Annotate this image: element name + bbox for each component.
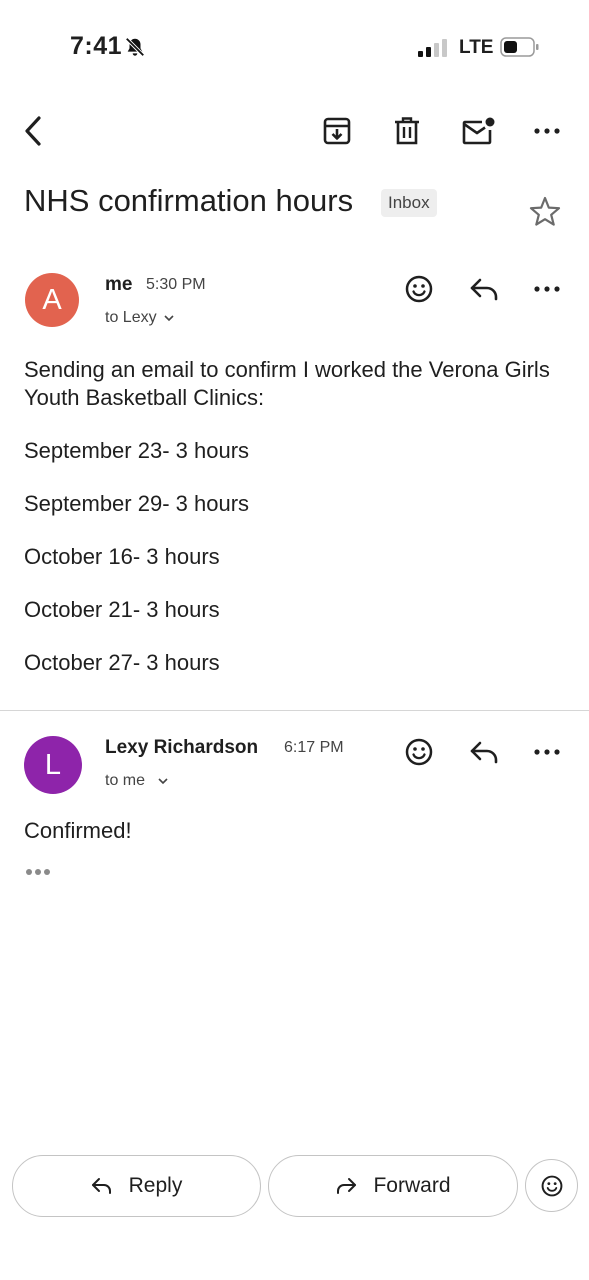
message-time: 6:17 PM <box>284 739 344 756</box>
recipient-label: to Lexy <box>105 309 157 326</box>
message-body-line: Confirmed! <box>24 818 132 843</box>
back-arrow-icon[interactable] <box>12 109 56 153</box>
chevron-down-icon <box>164 315 174 322</box>
chevron-down-icon <box>158 778 168 785</box>
bell-muted-icon <box>124 36 146 58</box>
reply-icon[interactable] <box>462 730 506 774</box>
message-body-line: September 23- 3 hours <box>24 438 250 463</box>
avatar[interactable]: L <box>24 736 82 794</box>
sender-name: Lexy Richardson <box>105 737 259 758</box>
react-emoji-button[interactable] <box>525 1159 578 1212</box>
show-trimmed-content-icon[interactable] <box>25 868 51 876</box>
forward-button[interactable]: Forward <box>268 1155 518 1217</box>
emoji-icon[interactable] <box>397 730 441 774</box>
signal-icon <box>418 38 450 58</box>
message-body-line: October 16- 3 hours <box>24 544 220 569</box>
avatar[interactable]: A <box>25 273 79 327</box>
reply-button[interactable]: Reply <box>12 1155 261 1217</box>
message-body-line: Sending an email to confirm I worked the… <box>24 357 550 410</box>
star-icon[interactable] <box>523 189 567 233</box>
emoji-icon[interactable] <box>397 267 441 311</box>
more-icon[interactable] <box>525 730 569 774</box>
sender-name: me <box>105 274 133 295</box>
message-body-line: October 21- 3 hours <box>24 597 220 622</box>
recipient-toggle[interactable]: to Lexy <box>105 309 175 327</box>
email-subject: NHS confirmation hours <box>24 183 354 218</box>
message-body-line: September 29- 3 hours <box>24 491 250 516</box>
battery-icon <box>500 37 540 57</box>
message-divider <box>0 710 589 711</box>
avatar-letter: A <box>42 283 62 316</box>
more-icon[interactable] <box>525 109 569 153</box>
network-type: LTE <box>459 37 494 58</box>
emoji-icon <box>541 1175 562 1196</box>
inbox-label-badge[interactable]: Inbox <box>381 189 437 217</box>
message-body-line: October 27- 3 hours <box>24 650 220 675</box>
reply-icon[interactable] <box>462 267 506 311</box>
more-icon[interactable] <box>525 267 569 311</box>
recipient-label: to me <box>105 772 146 789</box>
reply-label: Reply <box>128 1174 183 1197</box>
mark-unread-icon[interactable] <box>456 109 500 153</box>
forward-icon <box>337 1178 357 1194</box>
recipient-toggle[interactable]: to me <box>105 772 169 790</box>
reply-icon <box>91 1178 111 1194</box>
forward-label: Forward <box>373 1174 451 1197</box>
trash-icon[interactable] <box>385 109 429 153</box>
avatar-letter: L <box>44 748 62 781</box>
status-time: 7:41 <box>70 32 123 60</box>
archive-icon[interactable] <box>315 109 359 153</box>
message-time: 5:30 PM <box>146 276 206 293</box>
